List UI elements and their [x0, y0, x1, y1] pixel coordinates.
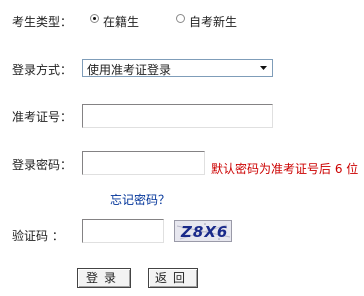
- radio-new-student-label[interactable]: 自考新生: [189, 13, 237, 30]
- back-button[interactable]: 返回: [148, 268, 198, 288]
- ticket-number-label: 准考证号：: [12, 110, 73, 124]
- login-button[interactable]: 登录: [77, 268, 131, 288]
- ticket-number-input[interactable]: [82, 104, 273, 128]
- password-input[interactable]: [82, 151, 205, 175]
- login-method-select[interactable]: 使用准考证登录: [82, 59, 273, 77]
- password-hint: 默认密码为准考证号后 6 位: [211, 162, 359, 176]
- login-method-label: 登录方式：: [12, 63, 73, 77]
- captcha-image[interactable]: Z8X6: [174, 220, 232, 242]
- exam-type-label: 考生类型：: [12, 15, 73, 29]
- captcha-text: Z8X6: [181, 223, 229, 241]
- login-method-value: 使用准考证登录: [87, 63, 172, 77]
- radio-enrolled[interactable]: [90, 14, 99, 23]
- captcha-input[interactable]: [82, 219, 164, 243]
- password-label: 登录密码：: [12, 158, 73, 172]
- radio-enrolled-label[interactable]: 在籍生: [103, 13, 139, 30]
- forgot-password-link[interactable]: 忘记密码？: [110, 191, 170, 208]
- radio-new-student[interactable]: [176, 14, 185, 23]
- chevron-down-icon[interactable]: [256, 60, 272, 76]
- captcha-label: 验证码 ：: [12, 229, 64, 243]
